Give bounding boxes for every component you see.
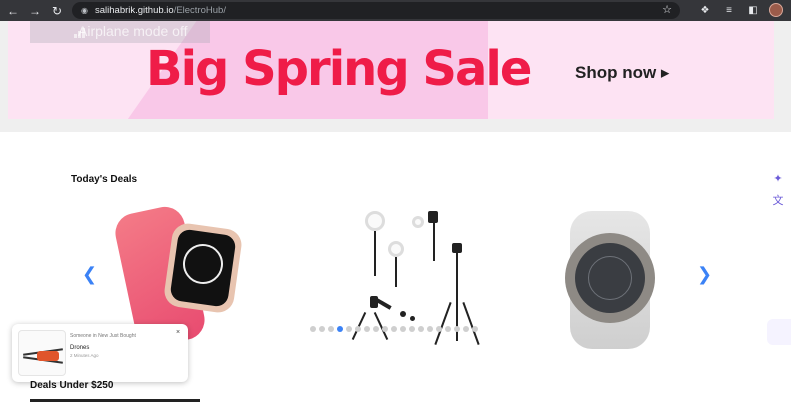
back-icon[interactable]: ← — [4, 2, 22, 20]
extensions-icon[interactable]: ❖ — [697, 2, 713, 18]
carousel-dot[interactable] — [355, 326, 361, 332]
browser-toolbar: ← → ↻ ◉ salihabrik.github.io/ElectroHub/… — [0, 0, 791, 21]
chat-widget-tab[interactable] — [767, 319, 791, 345]
carousel-dot[interactable] — [400, 326, 406, 332]
carousel-dot[interactable] — [319, 326, 325, 332]
banner-section: Big Spring Sale Shop now ▸ Airplane mode… — [0, 21, 791, 132]
carousel-dot[interactable] — [463, 326, 469, 332]
carousel-dot[interactable] — [436, 326, 442, 332]
drone-image — [18, 330, 66, 376]
carousel-dot[interactable] — [346, 326, 352, 332]
side-panel-icon[interactable]: ◧ — [745, 2, 761, 18]
reading-list-icon[interactable]: ≡ — [721, 2, 737, 18]
profile-avatar[interactable] — [769, 3, 783, 17]
notification-message: Someone in New Just Bought — [70, 333, 136, 339]
carousel-next-icon[interactable]: ❯ — [697, 264, 712, 285]
carousel-dot[interactable] — [337, 326, 343, 332]
product-tripod-kit[interactable] — [320, 201, 500, 361]
shop-now-link[interactable]: Shop now ▸ — [575, 63, 669, 83]
url-path: /ElectroHub/ — [173, 5, 226, 16]
address-bar[interactable]: ◉ salihabrik.github.io/ElectroHub/ ☆ — [72, 2, 680, 19]
toolbar-actions: ❖ ≡ ◧ — [697, 2, 783, 18]
carousel-dot[interactable] — [418, 326, 424, 332]
carousel-dot[interactable] — [328, 326, 334, 332]
notification-time: 2 Minutes Ago — [70, 353, 99, 358]
sparkle-assistant-icon[interactable]: ✦ — [770, 170, 786, 186]
carousel-dot[interactable] — [391, 326, 397, 332]
reload-icon[interactable]: ↻ — [48, 2, 66, 20]
carousel-dot[interactable] — [427, 326, 433, 332]
carousel-pagination — [310, 326, 478, 332]
purchase-notification[interactable]: Someone in New Just Bought Drones 2 Minu… — [12, 324, 188, 382]
forward-icon[interactable]: → — [26, 2, 44, 20]
carousel-dot[interactable] — [472, 326, 478, 332]
translate-icon[interactable]: 文 — [770, 192, 786, 208]
carousel-dot[interactable] — [445, 326, 451, 332]
bookmark-star-icon[interactable]: ☆ — [662, 3, 672, 16]
carousel-dot[interactable] — [382, 326, 388, 332]
carousel-dot[interactable] — [409, 326, 415, 332]
carousel-dot[interactable] — [364, 326, 370, 332]
airplane-mode-text: Airplane mode off — [78, 23, 188, 39]
carousel-dot[interactable] — [310, 326, 316, 332]
deals-under-250-heading: Deals Under $250 — [30, 380, 114, 391]
notification-product: Drones — [70, 345, 90, 351]
airplane-mode-toast: Airplane mode off — [30, 21, 210, 43]
close-icon[interactable]: × — [176, 329, 180, 336]
section-divider — [30, 399, 200, 402]
page: Big Spring Sale Shop now ▸ Airplane mode… — [0, 21, 791, 403]
banner-title: Big Spring Sale — [146, 41, 532, 97]
url-host: salihabrik.github.io — [95, 5, 174, 16]
site-info-icon[interactable]: ◉ — [80, 6, 89, 15]
todays-deals-heading: Today's Deals — [71, 174, 138, 185]
carousel-dot[interactable] — [454, 326, 460, 332]
carousel-dot[interactable] — [373, 326, 379, 332]
